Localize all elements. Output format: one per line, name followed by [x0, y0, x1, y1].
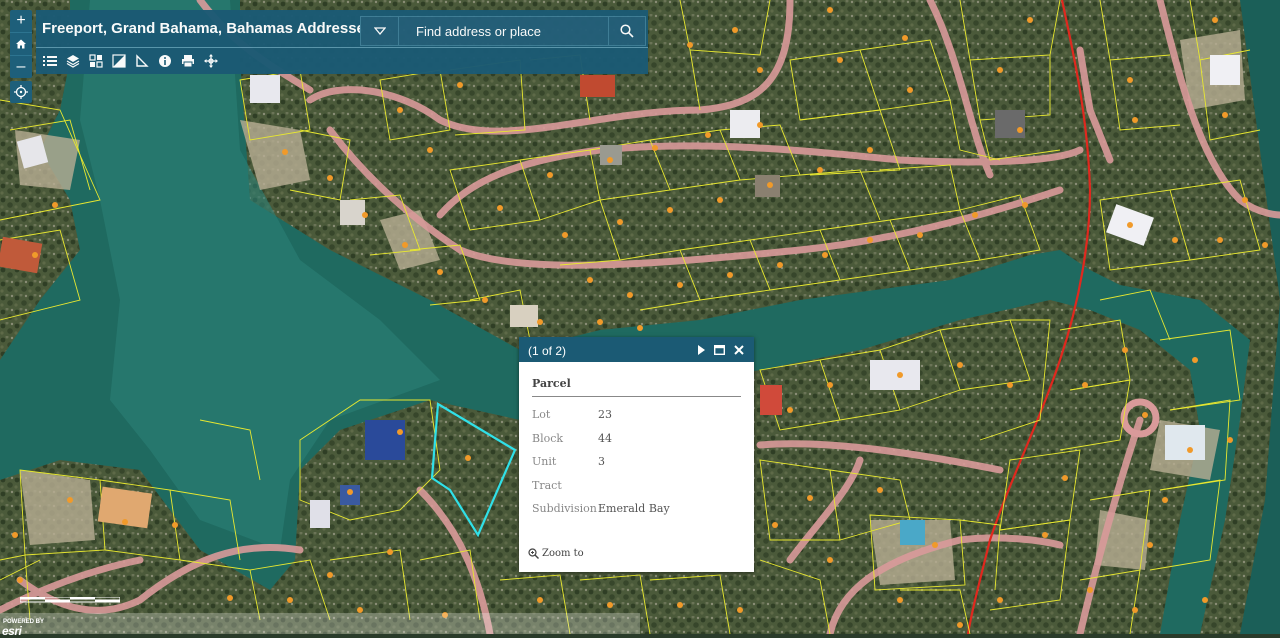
attribute-value — [598, 474, 670, 498]
zoom-to-link[interactable]: Zoom to — [528, 548, 584, 559]
zoom-to-label: Zoom to — [542, 548, 584, 559]
search-icon — [620, 24, 634, 38]
scale-bar — [20, 597, 120, 603]
search-widget: Find address or place — [360, 16, 646, 46]
attribute-row: Block 44 — [532, 427, 670, 451]
zoom-out-button[interactable]: – — [10, 56, 32, 78]
close-icon — [733, 344, 744, 355]
feature-popup: (1 of 2) Parcel Lot 23 Block 44 Unit 3 Trac… — [519, 337, 754, 572]
popup-count: (1 of 2) — [528, 344, 567, 358]
maximize-button[interactable] — [713, 343, 726, 356]
attribute-value: 23 — [598, 408, 612, 422]
list-icon[interactable] — [42, 53, 58, 69]
home-button[interactable] — [10, 33, 32, 56]
attribute-row: Lot 23 — [532, 403, 670, 427]
close-button[interactable] — [732, 343, 745, 356]
attribution-bar — [0, 613, 640, 634]
swipe-icon[interactable] — [111, 53, 127, 69]
attribute-value: 3 — [598, 455, 605, 469]
attribute-key: Subdivision — [532, 502, 597, 516]
attribute-value: 44 — [598, 431, 612, 445]
attribute-key: Tract — [532, 478, 562, 492]
layers-icon[interactable] — [65, 53, 81, 69]
home-icon — [16, 39, 26, 49]
attribute-key: Unit — [532, 455, 557, 469]
basemap-icon[interactable] — [88, 53, 104, 69]
locate-button[interactable] — [10, 81, 32, 103]
info-icon[interactable] — [157, 53, 173, 69]
print-icon[interactable] — [180, 53, 196, 69]
toolbar — [42, 53, 219, 69]
attribute-row: Subdivision Emerald Bay — [532, 497, 670, 521]
popup-title: Parcel — [532, 377, 571, 390]
attribute-key: Lot — [532, 408, 551, 422]
attribute-row: Tract — [532, 474, 670, 498]
move-icon[interactable] — [203, 53, 219, 69]
app-title: Freeport, Grand Bahama, Bahamas Addresse… — [42, 20, 374, 37]
next-feature-button[interactable] — [694, 343, 707, 356]
esri-logo[interactable]: esri — [2, 624, 22, 638]
measure-icon[interactable] — [134, 53, 150, 69]
popup-header: (1 of 2) — [519, 337, 754, 362]
search-input[interactable]: Find address or place — [416, 24, 541, 39]
chevron-down-icon — [373, 27, 386, 35]
zoom-controls: + – — [10, 10, 32, 78]
header-divider — [36, 47, 648, 48]
crosshair-icon — [14, 85, 28, 99]
attribute-value: Emerald Bay — [598, 502, 670, 516]
app-header: Freeport, Grand Bahama, Bahamas Addresse… — [36, 10, 648, 74]
search-source-dropdown[interactable] — [361, 17, 399, 45]
attribute-table: Lot 23 Block 44 Unit 3 Tract Subdivision Eme… — [532, 403, 670, 521]
search-button[interactable] — [608, 17, 645, 45]
attribute-key: Block — [532, 431, 564, 445]
magnifier-icon — [528, 548, 539, 559]
attribute-row: Unit 3 — [532, 450, 670, 474]
play-icon — [697, 344, 705, 355]
maximize-icon — [714, 344, 725, 355]
popup-divider — [532, 396, 741, 397]
zoom-in-button[interactable]: + — [10, 10, 32, 33]
